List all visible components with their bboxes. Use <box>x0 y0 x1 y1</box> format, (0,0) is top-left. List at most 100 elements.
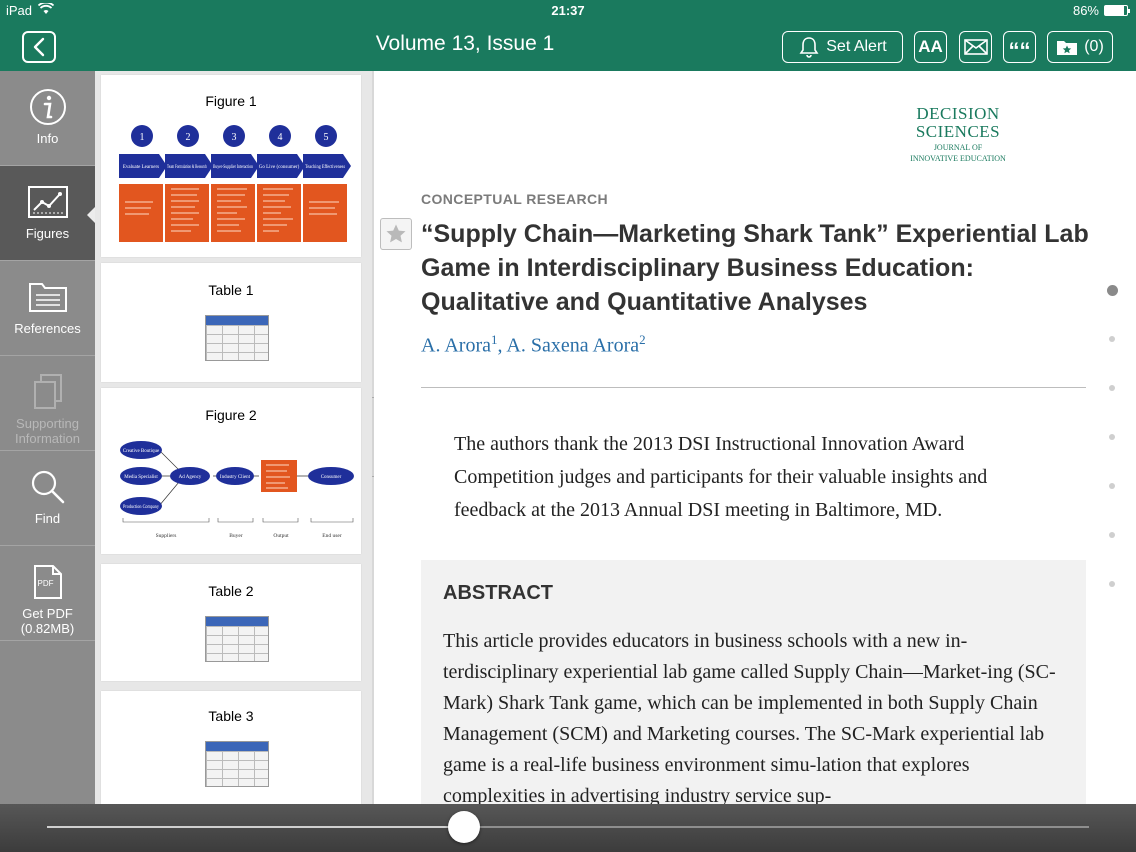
step-number: 3 <box>232 132 237 143</box>
table-label: Table 1 <box>208 282 254 298</box>
stage-label: Teaching Effectiveness <box>305 165 345 170</box>
axis-label: Output <box>273 533 289 539</box>
sidebar-item-label: References <box>14 321 81 336</box>
stage-label: Team Formulation & Research <box>167 165 207 170</box>
step-number: 2 <box>186 132 191 143</box>
abstract-section: ABSTRACT This article provides educators… <box>421 560 1086 804</box>
envelope-icon <box>963 39 988 55</box>
figure-2-diagram: Creative Boutique Media Specialist Produ… <box>120 441 354 539</box>
node-label: Industry Client <box>220 475 251 480</box>
page-scrubber-bar <box>0 804 1136 852</box>
sidebar-item-supporting-information: Supporting Information <box>0 356 95 451</box>
sidebar-item-find[interactable]: Find <box>0 451 95 546</box>
stage-label: Go Live (consumer) <box>259 165 300 170</box>
abstract-heading: ABSTRACT <box>443 582 553 604</box>
bell-icon <box>799 37 819 58</box>
acknowledgement-text: The authors thank the 2013 DSI Instructi… <box>454 433 988 521</box>
quote-icon: ““ <box>1008 38 1031 63</box>
figures-icon <box>27 182 69 222</box>
step-number: 4 <box>278 132 283 143</box>
step-number: 1 <box>140 132 145 143</box>
set-alert-label: Set Alert <box>826 38 887 55</box>
article-section: CONCEPTUAL RESEARCH <box>421 191 609 207</box>
stage-label: Buyer-Supplier Interaction <box>213 165 253 170</box>
saved-count: (0) <box>1084 38 1104 55</box>
axis-label: End user <box>322 533 342 539</box>
sidebar-item-label: Supporting Information <box>14 416 81 446</box>
page-scrubber-thumb[interactable] <box>447 811 480 843</box>
info-icon <box>28 87 68 127</box>
clock: 21:37 <box>551 3 585 18</box>
page-dot[interactable] <box>1109 581 1115 587</box>
page-dot[interactable] <box>1109 532 1115 538</box>
journal-logo-line: JOURNAL OF <box>933 143 983 152</box>
page-scrubber-track[interactable] <box>47 826 1089 828</box>
email-button[interactable] <box>959 31 992 63</box>
sidebar-item-get-pdf[interactable]: PDF Get PDF (0.82MB) <box>0 546 95 641</box>
table-label: Table 2 <box>208 583 254 599</box>
star-icon <box>386 224 406 243</box>
table-preview <box>205 315 269 361</box>
nav-bar: Volume 13, Issue 1 Set Alert AA ““ (0) <box>0 22 1136 71</box>
status-bar: iPad 21:37 86% <box>0 0 1136 22</box>
affiliation-marker: 2 <box>639 332 646 347</box>
font-size-button[interactable]: AA <box>914 31 947 63</box>
journal-logo-line: SCIENCES <box>915 122 1001 141</box>
node-label: Media Specialist <box>124 475 158 480</box>
figures-panel: Figure 1 1 2 3 4 5 Evaluate Learners Tea… <box>95 71 372 804</box>
sidebar-item-figures[interactable]: Figures <box>0 166 95 261</box>
sidebar: Info Figures References Supporting Infor… <box>0 71 95 804</box>
figure-thumbnail-2[interactable]: Figure 2 Creative Boutique Media Special… <box>101 388 361 554</box>
sidebar-item-info[interactable]: Info <box>0 71 95 166</box>
supporting-information-icon <box>31 372 65 412</box>
page-scrubber-fill <box>47 826 464 828</box>
table-thumbnail-2[interactable]: Table 2 <box>101 564 361 681</box>
author-link[interactable]: A. Saxena Arora <box>506 335 639 357</box>
sidebar-item-label: Get PDF (0.82MB) <box>20 606 75 636</box>
favorite-button[interactable] <box>380 218 412 250</box>
node-label: Consumer <box>321 475 342 480</box>
references-icon <box>28 277 68 317</box>
page-dot[interactable] <box>1109 385 1115 391</box>
pdf-icon-label: PDF <box>37 579 54 588</box>
article-view: DECISION SCIENCES JOURNAL OF INNOVATIVE … <box>374 71 1136 804</box>
page-dot[interactable] <box>1109 336 1115 342</box>
page-dot[interactable] <box>1109 483 1115 489</box>
table-preview <box>205 616 269 662</box>
pdf-icon: PDF <box>33 562 63 602</box>
figure-thumbnail-1[interactable]: Figure 1 1 2 3 4 5 Evaluate Learners Tea… <box>101 75 361 257</box>
node-label: Production Company <box>123 505 159 510</box>
author-link[interactable]: A. Arora <box>421 335 491 357</box>
table-thumbnail-1[interactable]: Table 1 <box>101 263 361 382</box>
sidebar-item-references[interactable]: References <box>0 261 95 356</box>
page-dot[interactable] <box>1107 285 1118 296</box>
folder-star-icon <box>1057 41 1078 55</box>
search-icon <box>29 467 67 507</box>
article-title: “Supply Chain—Marketing Shark Tank” Expe… <box>421 220 1089 316</box>
divider <box>421 387 1086 388</box>
page-indicator[interactable] <box>1104 0 1120 852</box>
set-alert-button[interactable]: Set Alert <box>782 31 903 63</box>
app-screen: iPad 21:37 86% Volume 13, Issue 1 Set Al… <box>0 0 1136 852</box>
node-label: Ad Agency <box>179 475 202 480</box>
table-thumbnail-3[interactable]: Table 3 <box>101 691 361 804</box>
battery-percent: 86% <box>1072 3 1099 18</box>
axis-label: Buyer <box>229 533 243 539</box>
font-size-label: AA <box>918 37 943 56</box>
stage-label: Evaluate Learners <box>123 165 159 170</box>
author-list: A. Arora1, A. Saxena Arora2 <box>421 332 646 358</box>
sidebar-item-label: Find <box>34 511 61 526</box>
node-label: Creative Boutique <box>123 449 160 454</box>
figure-1-diagram: 1 2 3 4 5 Evaluate Learners Team Formula… <box>119 125 351 242</box>
sidebar-item-label: Figures <box>25 226 70 241</box>
table-label: Table 3 <box>208 708 254 724</box>
page-dot[interactable] <box>1109 434 1115 440</box>
cite-button[interactable]: ““ <box>1003 31 1036 63</box>
axis-label: Suppliers <box>156 533 177 539</box>
journal-logo-line: INNOVATIVE EDUCATION <box>910 154 1006 163</box>
table-preview <box>205 741 269 787</box>
sidebar-item-label: Info <box>36 131 59 146</box>
journal-logo: DECISION SCIENCES JOURNAL OF INNOVATIVE … <box>910 105 1006 163</box>
step-number: 5 <box>324 132 329 143</box>
journal-logo-line: DECISION <box>916 104 1000 123</box>
